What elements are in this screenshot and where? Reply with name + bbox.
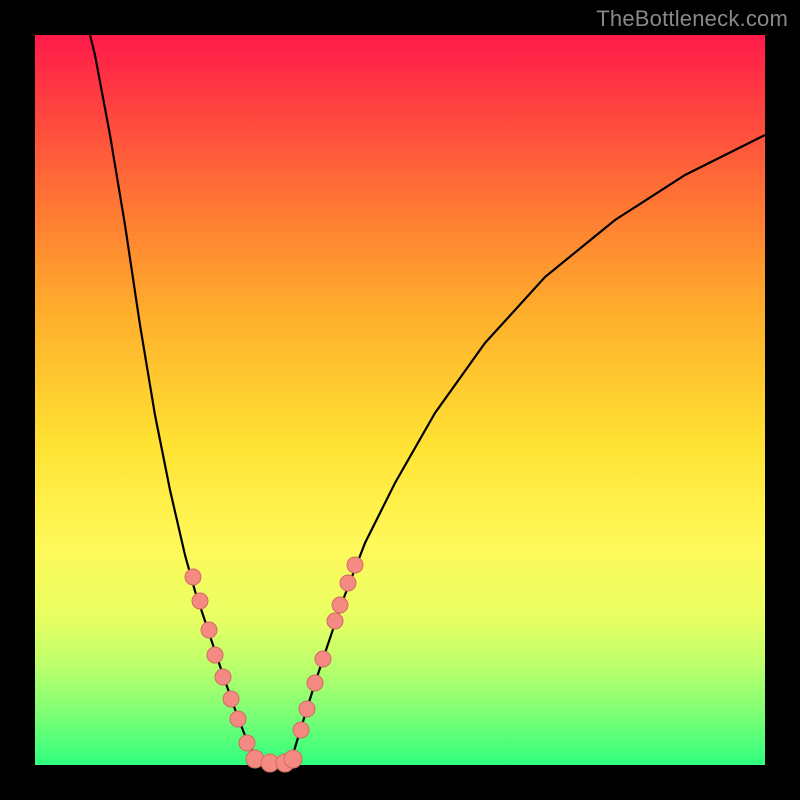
data-point [201,622,217,638]
data-point [230,711,246,727]
data-points-bottom [246,750,302,772]
data-points-left [185,569,255,751]
data-point [332,597,348,613]
data-point [284,750,302,768]
data-point [327,613,343,629]
data-point [293,722,309,738]
data-point [299,701,315,717]
data-point [207,647,223,663]
data-point [307,675,323,691]
data-points-right [293,557,363,738]
chart-overlay [35,35,765,765]
data-point [192,593,208,609]
data-point [315,651,331,667]
left-curve [90,35,259,761]
data-point [347,557,363,573]
watermark-text: TheBottleneck.com [596,6,788,32]
data-point [239,735,255,751]
data-point [223,691,239,707]
data-point [185,569,201,585]
data-point [215,669,231,685]
data-point [340,575,356,591]
right-curve [291,135,765,761]
